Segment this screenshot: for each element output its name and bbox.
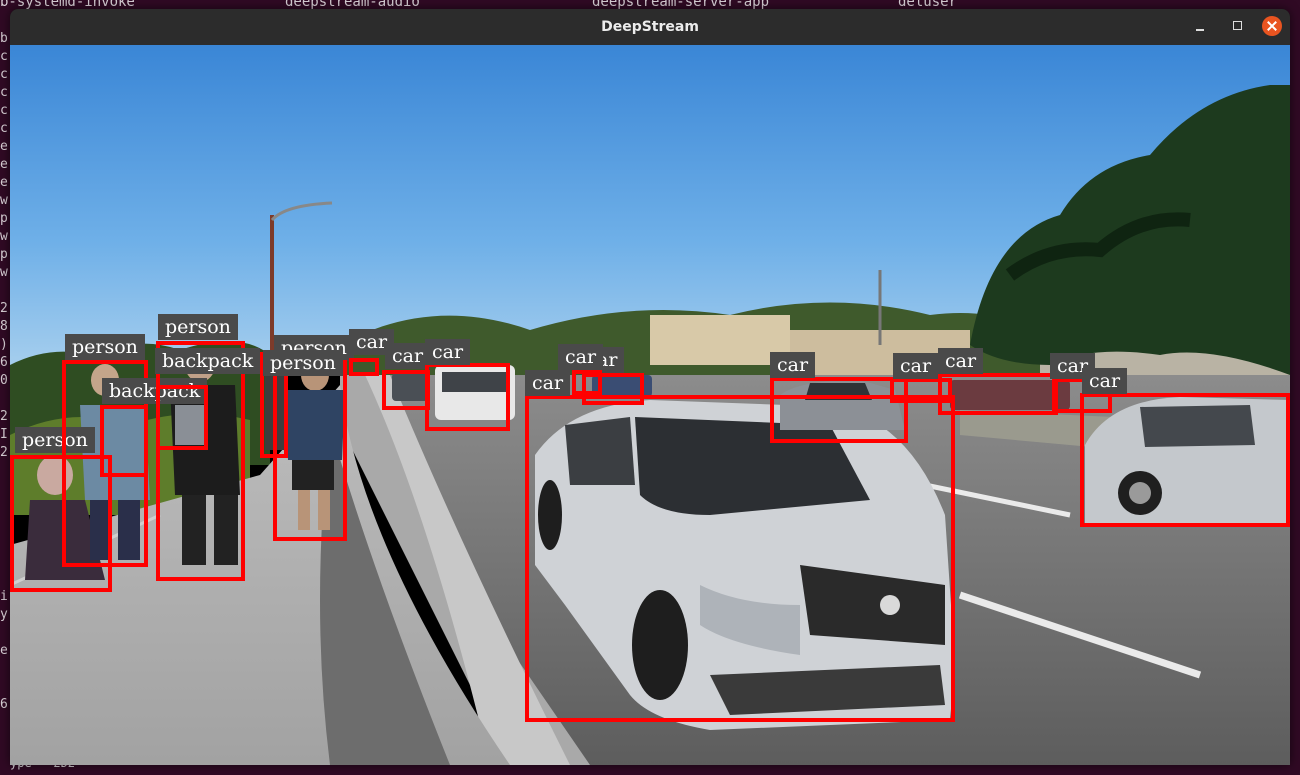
detection-overlay: person person backpack person backpack p… xyxy=(10,45,1290,765)
detection-label: car xyxy=(1082,368,1128,394)
detection-box-backpack xyxy=(100,405,148,477)
detection-box-backpack xyxy=(156,385,208,450)
detection-label: car xyxy=(938,348,984,374)
detection-box-person xyxy=(156,341,245,581)
detection-box-car xyxy=(382,370,430,410)
detection-label: car xyxy=(558,344,604,370)
detection-box-car xyxy=(525,395,955,722)
detection-label: person xyxy=(65,334,145,360)
detection-box-car xyxy=(1080,393,1290,527)
detection-label: car xyxy=(770,352,816,378)
detection-label: backpack xyxy=(155,348,261,374)
video-frame: person person backpack person backpack p… xyxy=(10,45,1290,765)
title-bar[interactable]: DeepStream xyxy=(10,9,1290,45)
detection-label: person xyxy=(158,314,238,340)
detection-box-car xyxy=(770,377,908,443)
window-title: DeepStream xyxy=(601,19,699,35)
detection-box-person xyxy=(273,360,347,541)
detection-box-car xyxy=(572,370,602,395)
detection-label: car xyxy=(385,343,431,369)
maximize-button[interactable] xyxy=(1228,16,1248,36)
detection-box-car xyxy=(938,373,1058,415)
detection-label: car xyxy=(893,353,939,379)
detection-label: car xyxy=(525,370,571,396)
detection-box-car xyxy=(425,363,510,431)
detection-box-car xyxy=(349,358,379,376)
detection-label: person xyxy=(263,350,343,376)
minimize-button[interactable] xyxy=(1190,16,1210,36)
close-button[interactable] xyxy=(1262,16,1282,36)
deepstream-window[interactable]: DeepStream person person backpack person… xyxy=(10,9,1290,765)
detection-label: car xyxy=(425,339,471,365)
